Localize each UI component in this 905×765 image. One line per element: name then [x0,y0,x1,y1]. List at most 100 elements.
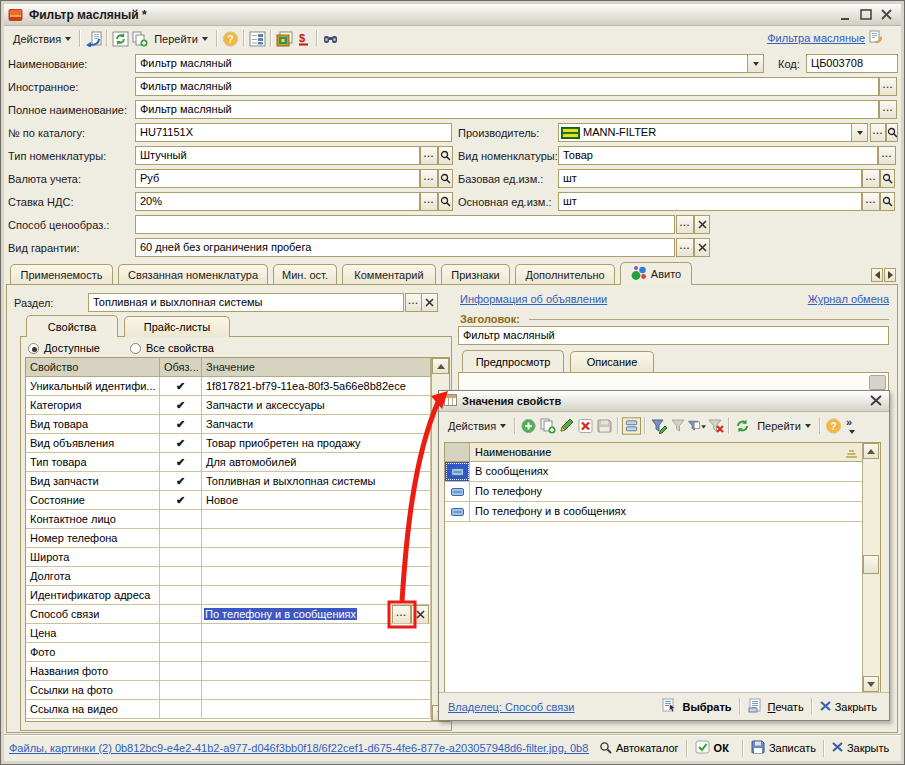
property-row[interactable]: Вид товара✔Запчасти [26,415,449,434]
ad-info-link[interactable]: Информация об объявлении [460,293,607,305]
foreign-select-button[interactable]: ... [879,77,897,96]
property-row[interactable]: Цена [26,624,449,643]
currency-select-button[interactable]: ... [420,169,438,188]
property-value-cell[interactable]: Топливная и выхлопная системы [202,472,431,490]
structure-icon[interactable] [248,30,267,48]
property-name-cell[interactable]: Цена [26,624,160,642]
tab-description[interactable]: Описание [570,351,654,372]
property-name-cell[interactable]: Долгота [26,567,160,585]
property-row[interactable]: Состояние✔Новое [26,491,449,510]
popup-close-button-2[interactable]: Закрыть [816,701,881,713]
value-row[interactable]: По телефону [445,482,880,502]
name-dropdown-button[interactable] [747,54,764,73]
full-name-select-button[interactable]: ... [879,100,897,119]
warranty-select-button[interactable]: ... [676,238,694,257]
property-required-cell[interactable]: ✔ [160,453,202,471]
maximize-button[interactable] [860,9,873,21]
files-link[interactable]: Файлы, картинки (2) 0b812bc9-e4e2-41b2-a… [9,742,589,754]
base-unit-open-button[interactable] [880,169,895,188]
property-required-cell[interactable] [160,586,202,604]
property-required-cell[interactable] [160,529,202,547]
property-required-cell[interactable]: ✔ [160,415,202,433]
nom-type-open-button[interactable] [438,146,453,165]
reread-icon[interactable] [84,30,103,48]
main-unit-open-button[interactable] [880,192,895,211]
property-value-cell[interactable] [202,662,431,680]
values-scroll-up[interactable] [863,443,879,459]
vat-select-button[interactable]: ... [420,192,438,211]
related-items-icon[interactable] [868,30,883,46]
property-required-cell[interactable] [160,681,202,699]
vat-open-button[interactable] [438,192,453,211]
related-items-link[interactable]: Фильтра масляные [767,32,865,44]
property-name-cell[interactable]: Категория [26,396,160,414]
property-row[interactable]: Тип товара✔Для автомобилей [26,453,449,472]
contact-method-select-button[interactable]: ... [392,605,411,623]
property-value-cell[interactable]: Для автомобилей [202,453,431,471]
property-name-cell[interactable]: Способ связи [26,605,160,623]
property-row[interactable]: Номер телефона [26,529,449,548]
tab-2[interactable]: Связанная номенклатура [118,264,268,284]
warranty-clear-button[interactable] [694,238,710,257]
value-row[interactable]: По телефону и в сообщениях [445,502,880,522]
property-value-cell[interactable] [202,700,431,718]
manufacturer-field[interactable]: MANN-FILTER [558,123,852,142]
print-button[interactable]: Печать [744,698,808,715]
pricing-clear-button[interactable] [694,215,710,234]
popup-goto-menu[interactable]: Перейти [752,418,816,434]
property-value-cell[interactable] [202,643,431,661]
edit-icon[interactable] [557,417,576,435]
property-name-cell[interactable]: Вид объявления [26,434,160,452]
name-field[interactable]: Фильтр масляный [135,54,748,73]
radio-all[interactable]: Все свойства [130,342,214,354]
radio-available[interactable]: Доступные [28,342,100,354]
help-icon[interactable]: ? [824,417,843,435]
property-row[interactable]: Долгота [26,567,449,586]
property-name-cell[interactable]: Уникальный идентифи... [26,377,160,395]
tab-5[interactable]: Признаки [441,264,510,284]
main-unit-field[interactable]: шт [558,192,862,211]
value-row[interactable]: В сообщениях [445,462,880,482]
manufacturer-open-button[interactable] [886,123,898,142]
find-icon[interactable] [321,30,340,48]
property-row[interactable]: Вид объявления✔Товар приобретен на прода… [26,434,449,453]
property-value-cell[interactable] [202,529,431,547]
tab-6[interactable]: Дополнительно [515,264,615,284]
close-window-button[interactable]: Закрыть [828,742,893,754]
property-name-cell[interactable]: Фото [26,643,160,661]
filter-disabled-icon[interactable] [668,417,687,435]
owner-link[interactable]: Владелец: Способ связи [448,701,574,713]
nom-kind-select-button[interactable]: ... [878,146,896,165]
property-required-cell[interactable]: ✔ [160,472,202,490]
filter-set-icon[interactable] [649,417,668,435]
property-name-cell[interactable]: Состояние [26,491,160,509]
property-value-cell[interactable] [202,624,431,642]
tab-preview[interactable]: Предпросмотр [462,350,564,372]
property-name-cell[interactable]: Ссылки на фото [26,681,160,699]
nom-type-field[interactable]: Штучный [135,146,420,165]
property-row[interactable]: Ссылка на видео [26,700,449,719]
property-required-cell[interactable]: ✔ [160,434,202,452]
warranty-field[interactable]: 60 дней без ограничения пробега [135,238,675,257]
dollar-icon[interactable]: $ [294,30,313,48]
popup-actions-menu[interactable]: Действия [443,418,511,434]
pricing-field[interactable] [135,215,675,234]
pricing-select-button[interactable]: ... [676,215,694,234]
values-scroll-thumb[interactable] [863,555,879,574]
refresh-window-icon[interactable] [111,30,130,48]
property-row[interactable]: Категория✔Запчасти и аксессуары [26,396,449,415]
property-required-cell[interactable] [160,548,202,566]
filter-dropdown-icon[interactable] [687,417,706,435]
property-name-cell[interactable]: Названия фото [26,662,160,680]
more-icon[interactable]: » [843,417,862,435]
select-button[interactable]: Выбрать [658,698,735,715]
help-icon[interactable]: ? [221,30,240,48]
tab-1[interactable]: Применяемость [10,264,113,284]
code-field[interactable]: ЦБ003708 [806,54,898,73]
actions-menu[interactable]: Действия [8,31,76,47]
property-row[interactable]: Фото [26,643,449,662]
property-row[interactable]: Широта [26,548,449,567]
property-name-cell[interactable]: Вид запчасти [26,472,160,490]
manufacturer-dropdown-button[interactable] [851,123,868,142]
images-icon[interactable] [275,30,294,48]
